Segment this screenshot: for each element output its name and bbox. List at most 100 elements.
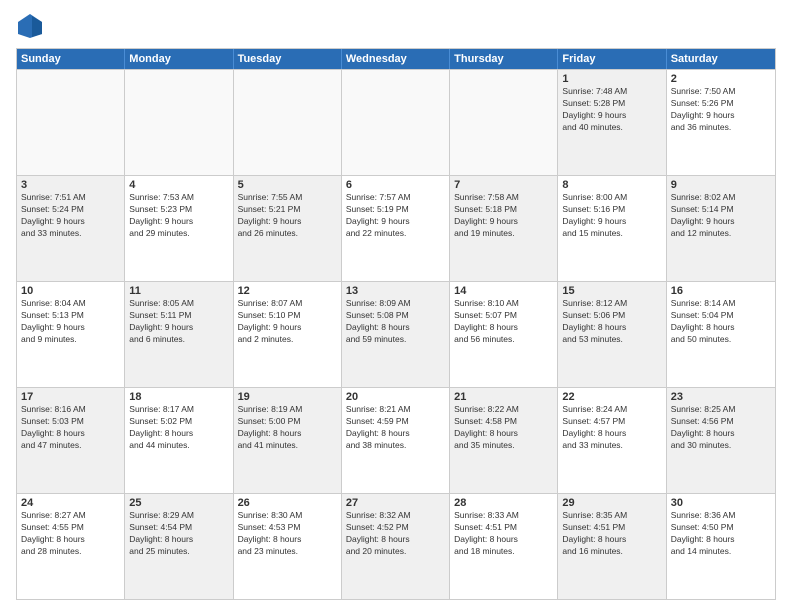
day-cell-8: 8Sunrise: 8:00 AM Sunset: 5:16 PM Daylig… [558,176,666,281]
day-info: Sunrise: 8:02 AM Sunset: 5:14 PM Dayligh… [671,192,771,240]
day-cell-14: 14Sunrise: 8:10 AM Sunset: 5:07 PM Dayli… [450,282,558,387]
page: SundayMondayTuesdayWednesdayThursdayFrid… [0,0,792,612]
header-cell-wednesday: Wednesday [342,49,450,69]
day-info: Sunrise: 8:30 AM Sunset: 4:53 PM Dayligh… [238,510,337,558]
day-cell-2: 2Sunrise: 7:50 AM Sunset: 5:26 PM Daylig… [667,70,775,175]
empty-cell-0-4 [450,70,558,175]
day-cell-18: 18Sunrise: 8:17 AM Sunset: 5:02 PM Dayli… [125,388,233,493]
header [16,12,776,40]
day-info: Sunrise: 8:10 AM Sunset: 5:07 PM Dayligh… [454,298,553,346]
header-cell-monday: Monday [125,49,233,69]
calendar-row-3: 17Sunrise: 8:16 AM Sunset: 5:03 PM Dayli… [17,387,775,493]
day-cell-30: 30Sunrise: 8:36 AM Sunset: 4:50 PM Dayli… [667,494,775,599]
day-number: 23 [671,391,771,403]
day-cell-29: 29Sunrise: 8:35 AM Sunset: 4:51 PM Dayli… [558,494,666,599]
day-cell-21: 21Sunrise: 8:22 AM Sunset: 4:58 PM Dayli… [450,388,558,493]
day-info: Sunrise: 7:50 AM Sunset: 5:26 PM Dayligh… [671,86,771,134]
day-info: Sunrise: 7:51 AM Sunset: 5:24 PM Dayligh… [21,192,120,240]
day-info: Sunrise: 8:33 AM Sunset: 4:51 PM Dayligh… [454,510,553,558]
day-cell-22: 22Sunrise: 8:24 AM Sunset: 4:57 PM Dayli… [558,388,666,493]
day-info: Sunrise: 8:17 AM Sunset: 5:02 PM Dayligh… [129,404,228,452]
day-info: Sunrise: 8:14 AM Sunset: 5:04 PM Dayligh… [671,298,771,346]
calendar: SundayMondayTuesdayWednesdayThursdayFrid… [16,48,776,600]
day-cell-17: 17Sunrise: 8:16 AM Sunset: 5:03 PM Dayli… [17,388,125,493]
day-number: 21 [454,391,553,403]
day-number: 1 [562,73,661,85]
day-cell-1: 1Sunrise: 7:48 AM Sunset: 5:28 PM Daylig… [558,70,666,175]
day-cell-13: 13Sunrise: 8:09 AM Sunset: 5:08 PM Dayli… [342,282,450,387]
day-number: 4 [129,179,228,191]
day-info: Sunrise: 8:24 AM Sunset: 4:57 PM Dayligh… [562,404,661,452]
day-number: 8 [562,179,661,191]
day-cell-7: 7Sunrise: 7:58 AM Sunset: 5:18 PM Daylig… [450,176,558,281]
day-cell-24: 24Sunrise: 8:27 AM Sunset: 4:55 PM Dayli… [17,494,125,599]
day-info: Sunrise: 8:09 AM Sunset: 5:08 PM Dayligh… [346,298,445,346]
calendar-row-2: 10Sunrise: 8:04 AM Sunset: 5:13 PM Dayli… [17,281,775,387]
day-cell-4: 4Sunrise: 7:53 AM Sunset: 5:23 PM Daylig… [125,176,233,281]
day-info: Sunrise: 7:58 AM Sunset: 5:18 PM Dayligh… [454,192,553,240]
day-number: 7 [454,179,553,191]
header-cell-thursday: Thursday [450,49,558,69]
day-info: Sunrise: 7:57 AM Sunset: 5:19 PM Dayligh… [346,192,445,240]
day-number: 24 [21,497,120,509]
day-number: 18 [129,391,228,403]
header-cell-friday: Friday [558,49,666,69]
day-cell-11: 11Sunrise: 8:05 AM Sunset: 5:11 PM Dayli… [125,282,233,387]
day-cell-16: 16Sunrise: 8:14 AM Sunset: 5:04 PM Dayli… [667,282,775,387]
day-cell-6: 6Sunrise: 7:57 AM Sunset: 5:19 PM Daylig… [342,176,450,281]
calendar-row-1: 3Sunrise: 7:51 AM Sunset: 5:24 PM Daylig… [17,175,775,281]
day-number: 26 [238,497,337,509]
day-number: 19 [238,391,337,403]
calendar-row-0: 1Sunrise: 7:48 AM Sunset: 5:28 PM Daylig… [17,69,775,175]
day-cell-15: 15Sunrise: 8:12 AM Sunset: 5:06 PM Dayli… [558,282,666,387]
day-number: 13 [346,285,445,297]
empty-cell-0-2 [234,70,342,175]
day-number: 3 [21,179,120,191]
day-info: Sunrise: 8:05 AM Sunset: 5:11 PM Dayligh… [129,298,228,346]
day-number: 25 [129,497,228,509]
day-cell-27: 27Sunrise: 8:32 AM Sunset: 4:52 PM Dayli… [342,494,450,599]
day-info: Sunrise: 7:48 AM Sunset: 5:28 PM Dayligh… [562,86,661,134]
day-info: Sunrise: 8:21 AM Sunset: 4:59 PM Dayligh… [346,404,445,452]
calendar-header: SundayMondayTuesdayWednesdayThursdayFrid… [17,49,775,69]
day-cell-9: 9Sunrise: 8:02 AM Sunset: 5:14 PM Daylig… [667,176,775,281]
day-info: Sunrise: 8:04 AM Sunset: 5:13 PM Dayligh… [21,298,120,346]
day-info: Sunrise: 8:12 AM Sunset: 5:06 PM Dayligh… [562,298,661,346]
logo-icon [16,12,44,40]
day-info: Sunrise: 8:29 AM Sunset: 4:54 PM Dayligh… [129,510,228,558]
day-info: Sunrise: 8:27 AM Sunset: 4:55 PM Dayligh… [21,510,120,558]
day-info: Sunrise: 8:22 AM Sunset: 4:58 PM Dayligh… [454,404,553,452]
day-cell-23: 23Sunrise: 8:25 AM Sunset: 4:56 PM Dayli… [667,388,775,493]
day-number: 14 [454,285,553,297]
day-number: 22 [562,391,661,403]
day-number: 9 [671,179,771,191]
day-number: 12 [238,285,337,297]
day-number: 6 [346,179,445,191]
day-number: 29 [562,497,661,509]
day-cell-25: 25Sunrise: 8:29 AM Sunset: 4:54 PM Dayli… [125,494,233,599]
day-cell-19: 19Sunrise: 8:19 AM Sunset: 5:00 PM Dayli… [234,388,342,493]
day-number: 10 [21,285,120,297]
day-info: Sunrise: 8:32 AM Sunset: 4:52 PM Dayligh… [346,510,445,558]
day-cell-20: 20Sunrise: 8:21 AM Sunset: 4:59 PM Dayli… [342,388,450,493]
empty-cell-0-1 [125,70,233,175]
day-number: 30 [671,497,771,509]
calendar-body: 1Sunrise: 7:48 AM Sunset: 5:28 PM Daylig… [17,69,775,599]
header-cell-sunday: Sunday [17,49,125,69]
day-cell-26: 26Sunrise: 8:30 AM Sunset: 4:53 PM Dayli… [234,494,342,599]
header-cell-tuesday: Tuesday [234,49,342,69]
day-number: 5 [238,179,337,191]
empty-cell-0-0 [17,70,125,175]
day-number: 2 [671,73,771,85]
logo [16,12,48,40]
day-number: 11 [129,285,228,297]
calendar-row-4: 24Sunrise: 8:27 AM Sunset: 4:55 PM Dayli… [17,493,775,599]
day-number: 15 [562,285,661,297]
empty-cell-0-3 [342,70,450,175]
day-info: Sunrise: 8:16 AM Sunset: 5:03 PM Dayligh… [21,404,120,452]
day-info: Sunrise: 8:35 AM Sunset: 4:51 PM Dayligh… [562,510,661,558]
day-info: Sunrise: 8:19 AM Sunset: 5:00 PM Dayligh… [238,404,337,452]
day-cell-3: 3Sunrise: 7:51 AM Sunset: 5:24 PM Daylig… [17,176,125,281]
day-cell-28: 28Sunrise: 8:33 AM Sunset: 4:51 PM Dayli… [450,494,558,599]
day-number: 20 [346,391,445,403]
